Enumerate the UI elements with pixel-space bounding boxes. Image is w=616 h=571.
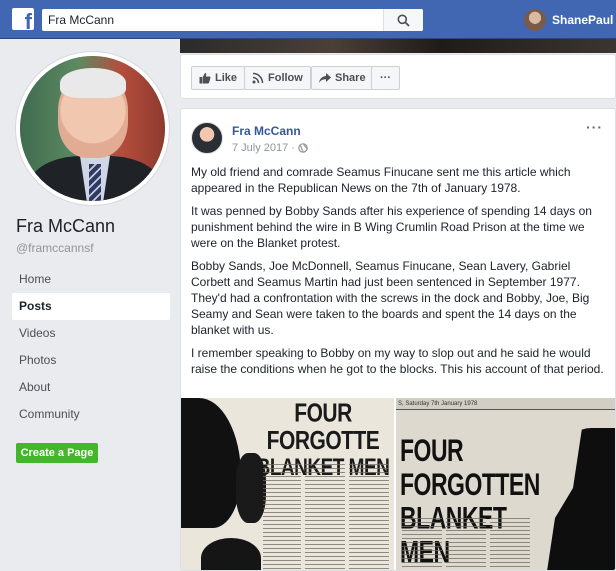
top-navigation-bar: f ShanePaul: [0, 0, 616, 39]
newspaper-dateline: S, Saturday 7th January 1978: [396, 398, 615, 410]
like-icon: [199, 73, 211, 84]
newspaper-column: [446, 518, 486, 570]
cover-photo[interactable]: [180, 39, 616, 53]
page-navigation: Home Posts Videos Photos About Community: [12, 266, 170, 428]
nav-item-videos[interactable]: Videos: [12, 320, 170, 347]
post-paragraph: My old friend and comrade Seamus Finucan…: [191, 165, 571, 195]
post-paragraph: It was penned by Bobby Sands after his e…: [191, 204, 592, 250]
avatar: [524, 9, 546, 31]
globe-icon: [298, 143, 308, 153]
like-label: Like: [215, 72, 238, 84]
post-card: Fra McCann 7 July 2017 · ··· My old frie…: [180, 108, 616, 571]
newspaper-column: [349, 464, 389, 570]
user-name: ShanePaul: [552, 13, 614, 27]
more-icon: ···: [380, 72, 391, 84]
search-icon: [397, 14, 410, 27]
newspaper-image-left[interactable]: FOUR FORGOTTE BLANKET MEN: [181, 398, 394, 570]
follow-button[interactable]: Follow: [244, 66, 311, 90]
user-profile-link[interactable]: ShanePaul: [524, 9, 613, 31]
nav-item-posts[interactable]: Posts: [12, 293, 170, 320]
nav-item-photos[interactable]: Photos: [12, 347, 170, 374]
profile-picture[interactable]: [16, 52, 169, 205]
image-dark-shape: [201, 538, 261, 570]
image-dark-shape: [181, 398, 241, 528]
nav-item-community[interactable]: Community: [12, 401, 170, 428]
post-text: My old friend and comrade Seamus Finucan…: [191, 164, 611, 384]
post-options-button[interactable]: ···: [586, 119, 603, 135]
newspaper-column: [490, 518, 530, 570]
like-button[interactable]: Like: [191, 66, 246, 90]
post-date[interactable]: 7 July 2017: [232, 142, 288, 154]
profile-picture-hair: [60, 68, 126, 98]
post-author-name[interactable]: Fra McCann: [232, 124, 301, 138]
share-label: Share: [335, 72, 366, 84]
newspaper-column: [402, 518, 442, 570]
share-button[interactable]: Share: [311, 66, 374, 90]
nav-item-about[interactable]: About: [12, 374, 170, 401]
more-actions-button[interactable]: ···: [371, 66, 400, 90]
nav-item-home[interactable]: Home: [12, 266, 170, 293]
facebook-logo-icon[interactable]: f: [12, 8, 34, 30]
post-meta: 7 July 2017 ·: [232, 142, 308, 154]
follow-icon: [252, 72, 264, 84]
follow-label: Follow: [268, 72, 303, 84]
search-button[interactable]: [383, 9, 423, 31]
page-handle[interactable]: @framccannsf: [16, 241, 94, 255]
page-name[interactable]: Fra McCann: [16, 216, 115, 237]
meta-separator: ·: [291, 142, 295, 154]
newspaper-image-right[interactable]: S, Saturday 7th January 1978 FOUR FORGOT…: [396, 398, 615, 570]
search-input[interactable]: [42, 9, 382, 31]
post-author-avatar[interactable]: [191, 122, 223, 154]
search-bar: [42, 9, 423, 31]
post-paragraph: I remember speaking to Bobby on my way t…: [191, 346, 604, 376]
share-icon: [319, 73, 331, 83]
profile-picture-tie: [89, 164, 101, 201]
logo-letter: f: [24, 9, 32, 31]
create-page-button[interactable]: Create a Page: [16, 443, 98, 463]
headline-line-1: FOUR FORGOTTE: [266, 398, 380, 455]
post-paragraph: Bobby Sands, Joe McDonnell, Seamus Finuc…: [191, 259, 590, 337]
page-action-bar: Like Follow Share ···: [180, 54, 616, 99]
newspaper-column: [305, 464, 345, 570]
newspaper-column: [263, 464, 301, 570]
